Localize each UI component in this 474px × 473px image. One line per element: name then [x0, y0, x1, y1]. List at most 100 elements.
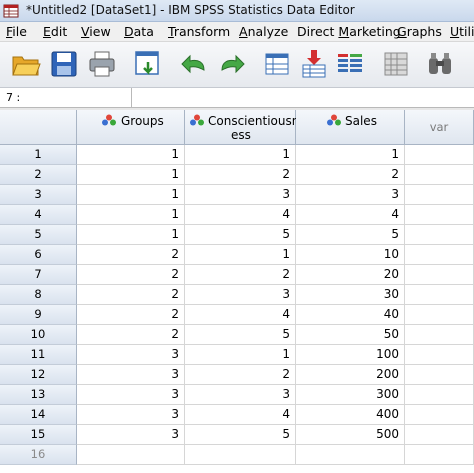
cell-groups[interactable] — [77, 445, 185, 465]
cell-sales[interactable]: 10 — [296, 245, 405, 265]
menu-graphs[interactable]: Graphs — [397, 24, 442, 39]
row-header[interactable]: 2 — [0, 165, 77, 185]
save-icon[interactable] — [48, 48, 80, 80]
cell-var[interactable] — [405, 445, 474, 465]
row-header[interactable]: 4 — [0, 205, 77, 225]
cell-sales[interactable]: 50 — [296, 325, 405, 345]
cell-conscientiousness[interactable]: 3 — [185, 285, 296, 305]
row-header[interactable]: 12 — [0, 365, 77, 385]
cell-var[interactable] — [405, 205, 474, 225]
column-header-groups[interactable]: Groups — [77, 110, 185, 145]
cell-sales[interactable]: 400 — [296, 405, 405, 425]
cell-sales[interactable]: 300 — [296, 385, 405, 405]
cell-sales[interactable]: 20 — [296, 265, 405, 285]
cell-var[interactable] — [405, 185, 474, 205]
cell-var[interactable] — [405, 285, 474, 305]
redo-icon[interactable] — [216, 48, 248, 80]
row-header[interactable]: 1 — [0, 145, 77, 165]
print-icon[interactable] — [86, 48, 118, 80]
cell-var[interactable] — [405, 385, 474, 405]
cell-sales[interactable] — [296, 445, 405, 465]
cell-value-input[interactable] — [133, 88, 474, 107]
cell-groups[interactable]: 1 — [77, 185, 185, 205]
cell-var[interactable] — [405, 305, 474, 325]
cell-groups[interactable]: 3 — [77, 365, 185, 385]
row-header[interactable]: 9 — [0, 305, 77, 325]
cell-groups[interactable]: 3 — [77, 405, 185, 425]
cell-var[interactable] — [405, 225, 474, 245]
cell-sales[interactable]: 100 — [296, 345, 405, 365]
cell-sales[interactable]: 5 — [296, 225, 405, 245]
column-header-conscientiousness[interactable]: Conscientiousn ess — [185, 110, 299, 145]
insert-cases-icon[interactable] — [298, 48, 330, 80]
cell-groups[interactable]: 1 — [77, 165, 185, 185]
cell-var[interactable] — [405, 145, 474, 165]
cell-var[interactable] — [405, 405, 474, 425]
go-to-case-icon[interactable] — [261, 48, 293, 80]
cell-sales[interactable]: 500 — [296, 425, 405, 445]
row-header[interactable]: 16 — [0, 445, 77, 465]
cell-groups[interactable]: 3 — [77, 345, 185, 365]
cell-conscientiousness[interactable]: 1 — [185, 345, 296, 365]
split-file-icon[interactable] — [380, 48, 412, 80]
row-header[interactable]: 8 — [0, 285, 77, 305]
cell-groups[interactable]: 2 — [77, 325, 185, 345]
menu-file[interactable]: File — [6, 24, 27, 39]
cell-var[interactable] — [405, 165, 474, 185]
cell-sales[interactable]: 30 — [296, 285, 405, 305]
cell-groups[interactable]: 3 — [77, 425, 185, 445]
cell-groups[interactable]: 3 — [77, 385, 185, 405]
cell-groups[interactable]: 1 — [77, 225, 185, 245]
dialog-recall-icon[interactable] — [132, 48, 164, 80]
find-icon[interactable] — [424, 48, 456, 80]
insert-variable-icon[interactable] — [334, 48, 366, 80]
row-header[interactable]: 5 — [0, 225, 77, 245]
cell-var[interactable] — [405, 365, 474, 385]
row-header[interactable]: 11 — [0, 345, 77, 365]
cell-var[interactable] — [405, 325, 474, 345]
open-folder-icon[interactable] — [10, 48, 42, 80]
cell-conscientiousness[interactable]: 2 — [185, 365, 296, 385]
cell-sales[interactable]: 40 — [296, 305, 405, 325]
menu-data[interactable]: Data — [124, 24, 154, 39]
row-header[interactable]: 6 — [0, 245, 77, 265]
cell-sales[interactable]: 2 — [296, 165, 405, 185]
column-header-var[interactable]: var — [405, 110, 474, 145]
cell-conscientiousness[interactable]: 4 — [185, 305, 296, 325]
row-header[interactable]: 14 — [0, 405, 77, 425]
menu-view[interactable]: View — [81, 24, 111, 39]
cell-conscientiousness[interactable]: 4 — [185, 405, 296, 425]
cell-conscientiousness[interactable]: 3 — [185, 185, 296, 205]
cell-groups[interactable]: 2 — [77, 305, 185, 325]
grid-corner[interactable] — [0, 110, 77, 145]
cell-var[interactable] — [405, 425, 474, 445]
spss-app-icon[interactable] — [3, 3, 19, 19]
cell-conscientiousness[interactable] — [185, 445, 296, 465]
cell-var[interactable] — [405, 245, 474, 265]
cell-conscientiousness[interactable]: 4 — [185, 205, 296, 225]
cell-conscientiousness[interactable]: 5 — [185, 425, 296, 445]
row-header[interactable]: 13 — [0, 385, 77, 405]
undo-icon[interactable] — [178, 48, 210, 80]
cell-sales[interactable]: 200 — [296, 365, 405, 385]
row-header[interactable]: 3 — [0, 185, 77, 205]
cell-conscientiousness[interactable]: 5 — [185, 225, 296, 245]
cell-groups[interactable]: 2 — [77, 265, 185, 285]
cell-groups[interactable]: 2 — [77, 245, 185, 265]
cell-sales[interactable]: 4 — [296, 205, 405, 225]
cell-conscientiousness[interactable]: 5 — [185, 325, 296, 345]
cell-sales[interactable]: 3 — [296, 185, 405, 205]
row-header[interactable]: 15 — [0, 425, 77, 445]
cell-groups[interactable]: 1 — [77, 205, 185, 225]
cell-groups[interactable]: 1 — [77, 145, 185, 165]
cell-sales[interactable]: 1 — [296, 145, 405, 165]
row-header[interactable]: 7 — [0, 265, 77, 285]
cell-groups[interactable]: 2 — [77, 285, 185, 305]
cell-conscientiousness[interactable]: 1 — [185, 245, 296, 265]
cell-var[interactable] — [405, 265, 474, 285]
cell-conscientiousness[interactable]: 1 — [185, 145, 296, 165]
menu-utilities[interactable]: Utili — [450, 24, 474, 39]
cell-conscientiousness[interactable]: 2 — [185, 165, 296, 185]
cell-var[interactable] — [405, 345, 474, 365]
menu-direct-marketing[interactable]: Direct Marketing — [297, 24, 401, 39]
